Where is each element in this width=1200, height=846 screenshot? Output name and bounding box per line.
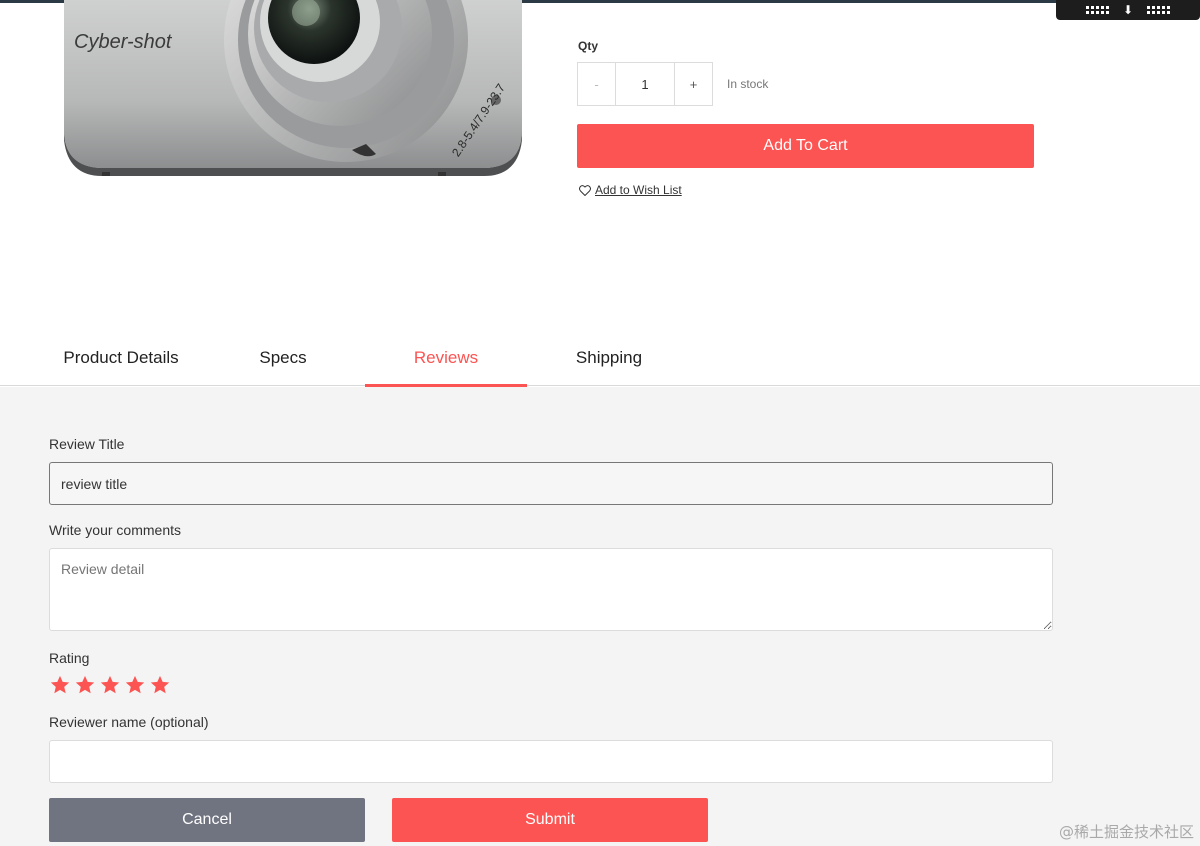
increase-qty-button[interactable]: + <box>674 63 712 105</box>
dots-icon <box>1147 6 1171 14</box>
review-title-input[interactable] <box>49 462 1053 505</box>
reviewer-name-input[interactable] <box>49 740 1053 783</box>
quantity-input[interactable] <box>616 63 674 105</box>
download-arrow-icon: ⬇ <box>1122 3 1134 17</box>
star-icon[interactable] <box>74 674 96 696</box>
dots-icon <box>1085 6 1109 14</box>
watermark: @稀土掘金技术社区 <box>1058 823 1194 841</box>
product-tabs: Product Details Specs Reviews Shipping <box>0 330 1200 387</box>
tab-product-details[interactable]: Product Details <box>40 330 202 386</box>
qty-label: Qty <box>578 39 599 53</box>
download-badge[interactable]: ⬇ <box>1056 0 1200 20</box>
star-icon[interactable] <box>124 674 146 696</box>
tab-reviews[interactable]: Reviews <box>365 330 527 387</box>
reviewer-name-label: Reviewer name (optional) <box>49 714 209 730</box>
comments-label: Write your comments <box>49 522 181 538</box>
stock-status: In stock <box>727 77 769 91</box>
comments-textarea[interactable] <box>49 548 1053 631</box>
star-icon[interactable] <box>149 674 171 696</box>
product-page: ⬇ 2.8-5.4/7.9-23.7 Cyber-shot Qty - 1 + … <box>0 0 1200 846</box>
rating-label: Rating <box>49 650 90 666</box>
star-icon[interactable] <box>49 674 71 696</box>
cancel-button[interactable]: Cancel <box>49 798 365 842</box>
wishlist-link-wrap: Add to Wish List <box>579 183 682 197</box>
decrease-qty-button[interactable]: - <box>578 63 616 105</box>
add-to-wishlist-link[interactable]: Add to Wish List <box>595 183 682 197</box>
rating-stars <box>49 674 171 696</box>
tab-specs[interactable]: Specs <box>202 330 364 386</box>
quantity-stepper: - + <box>577 62 713 106</box>
review-title-label: Review Title <box>49 436 125 452</box>
heart-icon <box>579 184 591 196</box>
add-to-cart-button[interactable]: Add To Cart <box>577 124 1034 168</box>
star-icon[interactable] <box>99 674 121 696</box>
camera-logo: Cyber-shot <box>74 31 173 53</box>
tab-shipping[interactable]: Shipping <box>528 330 690 386</box>
product-image: 2.8-5.4/7.9-23.7 Cyber-shot <box>56 0 536 180</box>
submit-button[interactable]: Submit <box>392 798 708 842</box>
